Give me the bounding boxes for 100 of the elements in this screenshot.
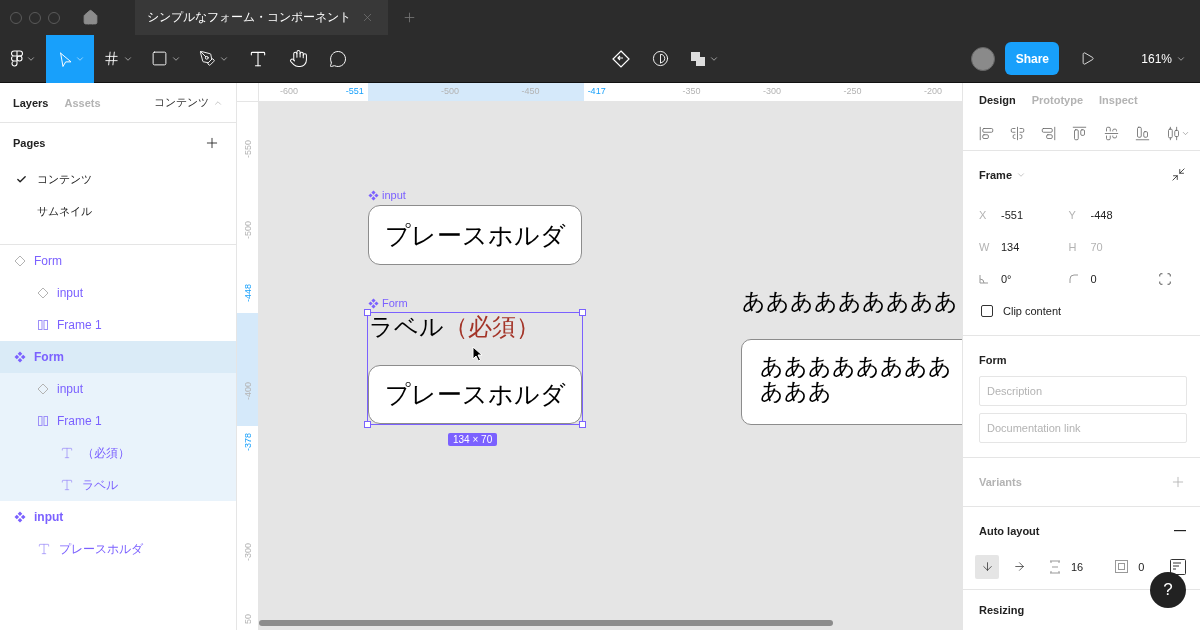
rotation-field[interactable]: 0° [979, 262, 1069, 295]
columns-icon [37, 319, 49, 331]
link-field[interactable]: Documentation link [979, 412, 1187, 443]
direction-button[interactable] [975, 554, 999, 579]
diamond-icon [37, 383, 49, 395]
ruler-label: -500 [441, 86, 459, 96]
text-icon [60, 446, 74, 460]
form-label: ラベル（必須） [369, 312, 540, 342]
text-icon [60, 478, 74, 492]
layer-item[interactable]: Form [0, 245, 236, 277]
ruler-label: -448 [243, 284, 253, 303]
clip-content-checkbox[interactable]: Clip content [963, 294, 1200, 327]
component-icon [14, 511, 26, 523]
plus-icon [402, 10, 417, 25]
ruler-label: -200 [924, 86, 942, 96]
padding-icon [1115, 560, 1129, 574]
align-right-icon [1041, 125, 1057, 141]
layer-item[interactable]: input [0, 277, 236, 309]
document-tab[interactable]: シンプルなフォーム・コンポーネント [135, 0, 388, 35]
checkbox[interactable] [981, 304, 993, 317]
number-field[interactable]: X -551 [979, 198, 1069, 231]
text-icon [37, 542, 51, 556]
cursor-icon [472, 346, 483, 362]
selection-frame[interactable] [367, 312, 583, 425]
ruler-label: -417 [587, 86, 606, 96]
layer-item[interactable]: Frame 1 [0, 309, 236, 341]
layer-item[interactable]: ラベル [0, 469, 236, 501]
hash-icon [103, 50, 120, 67]
avatar[interactable] [971, 46, 996, 71]
number-field[interactable]: Y -448 [1068, 198, 1158, 231]
spacing-field[interactable]: 16 [1049, 559, 1084, 574]
align-bottom-icon [1134, 125, 1150, 141]
text-card[interactable]: ああああああああ あああ [741, 339, 962, 425]
ruler-label: -551 [345, 86, 364, 96]
collapse-icon [1171, 167, 1186, 183]
panel-tab[interactable]: Layers [13, 96, 49, 109]
help-button[interactable]: ? [1150, 572, 1186, 608]
angle-icon [979, 273, 989, 284]
align-left-icon [979, 125, 994, 141]
home-icon [82, 9, 99, 26]
page-menu[interactable]: コンテンツ [154, 95, 223, 110]
ruler-label: -600 [280, 86, 298, 96]
hand-icon [288, 49, 308, 68]
layer-item[interactable]: input [0, 501, 236, 533]
check-icon [16, 173, 27, 185]
section-title: Pages [13, 137, 46, 149]
component-label[interactable]: input [368, 189, 406, 201]
section-title: Auto layout [979, 524, 1040, 537]
remove-icon [1174, 529, 1186, 532]
section-title: Variants [979, 475, 1022, 488]
size-label: 134 × 70 [448, 433, 498, 446]
diamond-icon [37, 287, 49, 299]
layer-item[interactable]: input [0, 373, 236, 405]
pen-icon [199, 50, 216, 67]
play-icon [1079, 51, 1095, 66]
page-item[interactable]: サムネイル [0, 195, 236, 227]
padding-field[interactable]: 0 [1115, 560, 1145, 574]
text-line: ああああああああ [760, 354, 953, 379]
layer-item[interactable]: プレースホルダ [0, 533, 236, 565]
section-title: Form [979, 353, 1007, 366]
ruler-label: -250 [843, 86, 862, 96]
page-item[interactable]: コンテンツ [0, 163, 236, 195]
spacing-icon [1049, 559, 1061, 574]
component-icon [14, 351, 26, 363]
diamond-icon [14, 255, 26, 267]
ruler-label: -500 [243, 220, 253, 239]
component-icon [368, 189, 379, 201]
arrow-down-icon [980, 560, 994, 574]
component-icon [368, 297, 379, 309]
ruler-label: -300 [763, 86, 781, 96]
contrast-icon [652, 50, 670, 67]
logo-icon [10, 50, 23, 67]
zoom-menu[interactable]: 161% [1135, 50, 1192, 67]
add-icon [204, 135, 220, 151]
input-component[interactable]: プレースホルダ [368, 365, 582, 424]
ruler-label: -450 [521, 86, 540, 96]
section-title: Frame [979, 168, 1013, 181]
ruler-label: -550 [243, 140, 253, 158]
section-title: Resizing [979, 603, 1025, 616]
input-component[interactable]: プレースホルダ [368, 205, 582, 265]
ruler-label: -300 [243, 542, 253, 561]
ruler-label: -350 [682, 86, 701, 96]
distribute-icon [1165, 125, 1181, 141]
layer-item[interactable]: （必須） [0, 437, 236, 469]
align-middle-icon [1103, 125, 1119, 141]
corners-icon [1158, 271, 1172, 286]
swap-icon [611, 49, 630, 68]
number-field[interactable]: W 134 [979, 230, 1069, 263]
description-field[interactable]: Description [979, 375, 1187, 406]
square-icon [151, 50, 168, 67]
scrollbar[interactable] [259, 620, 833, 626]
alignment-icon [1170, 558, 1186, 575]
ruler-label: 50 [243, 614, 253, 624]
tool-button[interactable] [46, 34, 94, 83]
align-top-icon [1072, 125, 1088, 141]
layer-item[interactable]: Frame 1 [0, 405, 236, 437]
align-center-icon [1010, 125, 1026, 141]
panel-tab[interactable]: Design [979, 93, 1016, 106]
radius-field[interactable]: 0 [1068, 262, 1158, 295]
comment-icon [329, 49, 347, 68]
